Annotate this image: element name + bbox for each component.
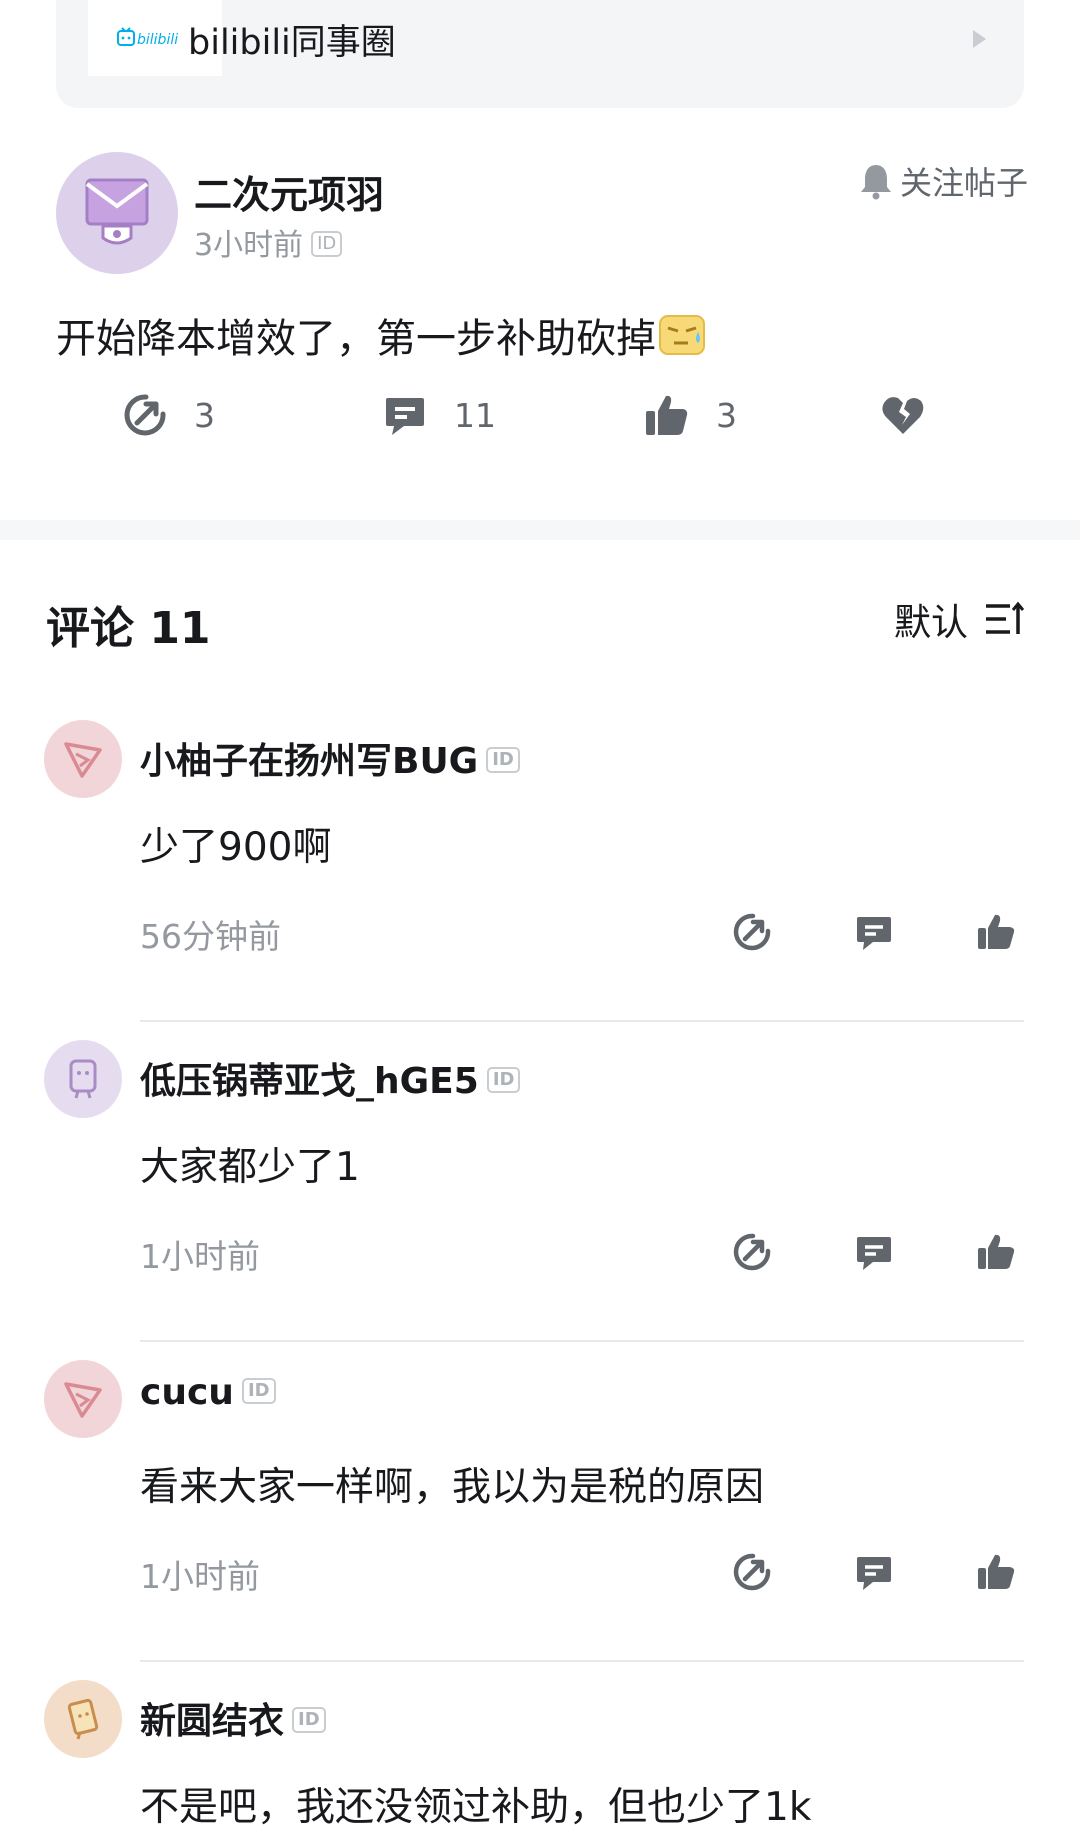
comment-time: 1小时前 [140, 1237, 260, 1276]
commenter-avatar[interactable] [44, 720, 122, 798]
like-count: 3 [716, 395, 737, 435]
sort-label: 默认 [894, 601, 968, 644]
follow-post-button[interactable]: 关注帖子 [858, 158, 1028, 204]
comment-count: 11 [454, 395, 496, 435]
post-time-text: 3小时前 [194, 228, 304, 263]
bell-icon [860, 165, 891, 200]
paper-plane-avatar-icon [64, 742, 102, 778]
toast-avatar-icon [67, 1698, 99, 1740]
comment-share-button[interactable] [732, 912, 772, 952]
post-time: 3小时前 ID [194, 220, 343, 264]
commenter-avatar[interactable] [44, 1040, 122, 1118]
author-name[interactable]: 二次元项羽 [194, 164, 384, 219]
comment-share-button[interactable] [732, 1552, 772, 1592]
id-badge: ID [486, 747, 520, 773]
comment-text: 不是吧，我还没领过补助，但也少了1k [140, 1785, 812, 1830]
comment-like-button[interactable] [976, 1552, 1016, 1592]
commenter-name[interactable]: 新圆结衣 ID [140, 1692, 326, 1744]
comment-like-button[interactable] [976, 1232, 1016, 1272]
commenter-name-text: 新圆结衣 [140, 1701, 285, 1742]
comment-time: 56分钟前 [140, 917, 281, 956]
commenter-name-text: 小柚子在扬州写BUG [140, 741, 479, 782]
commenter-name-text: 低压锅蒂亚戈_hGE5 [140, 1061, 479, 1102]
envelope-avatar-icon [85, 178, 149, 245]
sweat-emoji-icon [659, 315, 705, 355]
comment-icon [857, 917, 891, 950]
circle-link-card[interactable]: bilibili bilibili同事圈 [56, 0, 1024, 108]
sort-icon [986, 601, 1024, 634]
dislike-button[interactable] [880, 392, 926, 438]
sort-button[interactable]: 默认 [894, 592, 1024, 646]
post-action-bar: 3 11 3 [0, 392, 1080, 452]
commenter-name[interactable]: cucu ID [140, 1372, 276, 1413]
share-icon [733, 1553, 771, 1591]
like-button[interactable]: 3 [644, 392, 737, 438]
post-content: 开始降本增效了，第一步补助砍掉 [56, 306, 706, 364]
circle-name: bilibili同事圈 [188, 23, 396, 63]
comments-title: 评论 11 [46, 603, 211, 654]
comment-icon [857, 1237, 891, 1270]
robot-avatar-icon [69, 1059, 97, 1099]
comment-text: 大家都少了1 [140, 1145, 360, 1190]
share-icon [733, 1233, 771, 1271]
id-badge: ID [292, 1707, 326, 1733]
thumbs-up-icon [646, 395, 688, 435]
share-count: 3 [194, 395, 215, 435]
bilibili-logo-icon: bilibili [117, 27, 178, 48]
id-badge: ID [311, 230, 343, 257]
commenter-avatar[interactable] [44, 1680, 122, 1758]
comment-reply-button[interactable] [854, 1232, 894, 1272]
commenter-avatar[interactable] [44, 1360, 122, 1438]
comment-reply-button[interactable] [854, 912, 894, 952]
comment-divider [140, 1340, 1024, 1342]
thumbs-up-icon [978, 1554, 1015, 1589]
comment-icon [386, 398, 424, 435]
id-badge: ID [486, 1067, 521, 1093]
comment-button[interactable]: 11 [382, 392, 496, 438]
section-divider [0, 520, 1080, 540]
broken-heart-icon [882, 397, 924, 434]
comment-share-button[interactable] [732, 1232, 772, 1272]
comment-divider [140, 1020, 1024, 1022]
id-badge: ID [241, 1378, 276, 1404]
author-avatar[interactable] [56, 152, 178, 274]
share-icon [124, 394, 166, 436]
comment-time: 1小时前 [140, 1557, 260, 1596]
share-button[interactable]: 3 [122, 392, 215, 438]
comment-icon [857, 1557, 891, 1590]
commenter-name[interactable]: 低压锅蒂亚戈_hGE5 ID [140, 1052, 521, 1104]
svg-text:bilibili: bilibili [137, 32, 178, 48]
commenter-name[interactable]: 小柚子在扬州写BUG ID [140, 732, 520, 784]
comment-divider [140, 1660, 1024, 1662]
comment-reply-button[interactable] [854, 1552, 894, 1592]
chevron-right-icon [973, 30, 986, 48]
follow-post-label: 关注帖子 [899, 164, 1028, 202]
comment-text: 少了900啊 [140, 825, 332, 870]
comment-text: 看来大家一样啊，我以为是税的原因 [140, 1465, 765, 1510]
thumbs-up-icon [978, 1234, 1015, 1269]
commenter-name-text: cucu [140, 1372, 234, 1413]
share-icon [733, 913, 771, 951]
thumbs-up-icon [978, 914, 1015, 949]
paper-plane-avatar-icon [64, 1382, 102, 1418]
post-content-text: 开始降本增效了，第一步补助砍掉 [56, 316, 656, 362]
comment-like-button[interactable] [976, 912, 1016, 952]
